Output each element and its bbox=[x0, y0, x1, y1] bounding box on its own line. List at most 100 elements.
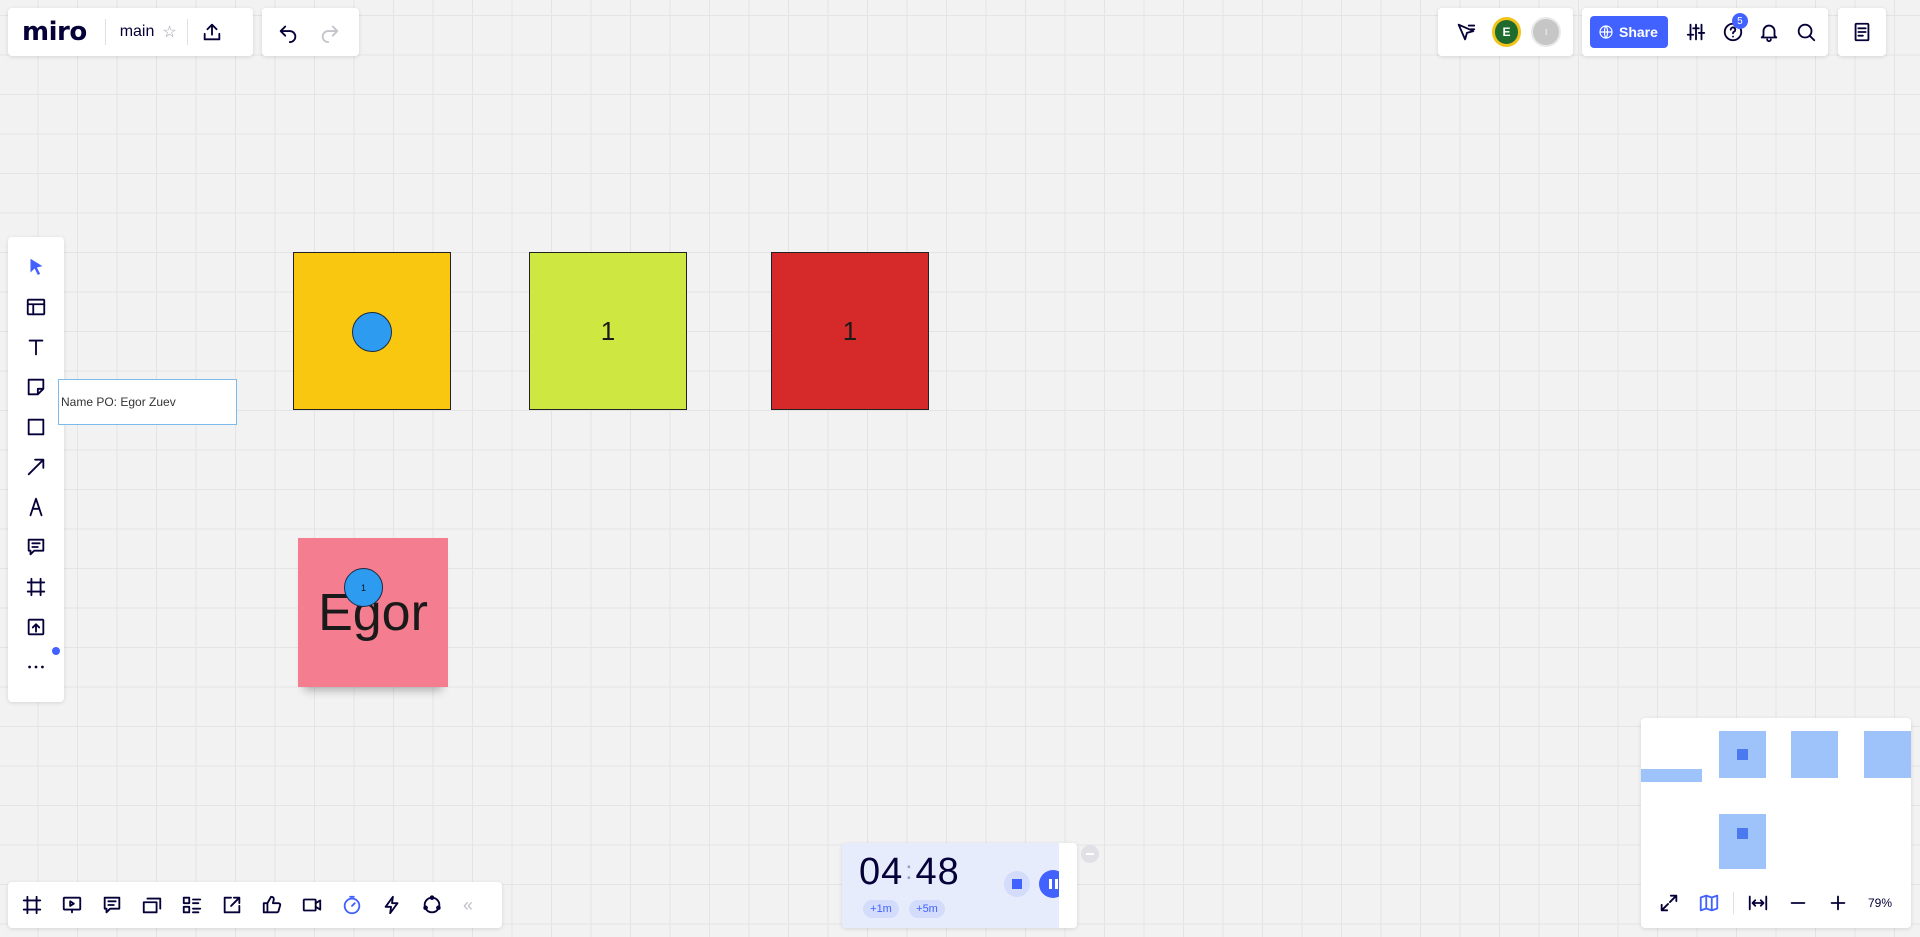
header-tools: Share 5 bbox=[1582, 8, 1828, 56]
new-indicator-dot bbox=[52, 647, 60, 655]
comment-icon bbox=[27, 538, 45, 556]
canvas-shape[interactable]: 1 bbox=[529, 252, 687, 410]
redo-button[interactable] bbox=[314, 16, 346, 48]
board-name[interactable]: main bbox=[120, 23, 155, 41]
star-icon[interactable]: ☆ bbox=[162, 22, 176, 42]
lightning-icon bbox=[384, 895, 399, 915]
avatar[interactable]: l bbox=[1531, 17, 1561, 47]
help-button[interactable]: 5 bbox=[1718, 13, 1748, 48]
search-button[interactable] bbox=[1791, 16, 1820, 48]
plus-icon bbox=[1830, 895, 1846, 911]
lightning-button[interactable] bbox=[376, 889, 408, 921]
presentation-button[interactable] bbox=[56, 889, 88, 921]
minimap-item bbox=[1641, 769, 1702, 782]
more-tools-button[interactable] bbox=[18, 647, 60, 683]
redo-icon bbox=[321, 25, 339, 43]
frames-button[interactable] bbox=[16, 889, 48, 921]
settings-button[interactable] bbox=[1682, 16, 1711, 48]
upload-icon bbox=[203, 23, 220, 41]
timer-minimize-button[interactable] bbox=[1081, 845, 1099, 863]
timer-button[interactable] bbox=[336, 889, 368, 921]
templates-icon bbox=[26, 298, 46, 316]
upload-icon bbox=[27, 618, 45, 636]
sticky-note[interactable]: Egor bbox=[298, 538, 448, 687]
more-icon bbox=[28, 665, 44, 669]
pen-tool[interactable] bbox=[18, 491, 54, 523]
timer-widget: 04:48 +1m +5m bbox=[842, 843, 1077, 928]
minimap-panel: 79% bbox=[1641, 718, 1911, 928]
timer-minutes: 04 bbox=[859, 851, 904, 893]
expand-icon bbox=[1660, 894, 1678, 912]
sticky-note-tool[interactable] bbox=[18, 371, 54, 403]
minus-icon bbox=[1790, 902, 1806, 904]
list-button[interactable] bbox=[176, 889, 208, 921]
notification-count-badge: 5 bbox=[1731, 13, 1748, 29]
external-icon bbox=[223, 896, 241, 914]
notes-panel bbox=[1838, 8, 1886, 56]
upload-tool[interactable] bbox=[18, 611, 54, 643]
select-tool[interactable] bbox=[18, 251, 54, 283]
frame-icon bbox=[26, 577, 46, 597]
comments-button[interactable] bbox=[96, 889, 128, 921]
shape-icon bbox=[27, 418, 45, 436]
timer-display: 04:48 bbox=[859, 851, 960, 894]
shape-tool[interactable] bbox=[18, 411, 54, 443]
timer-separator: : bbox=[905, 855, 914, 885]
fit-to-screen-button[interactable] bbox=[1742, 887, 1774, 919]
minimap[interactable] bbox=[1641, 718, 1911, 878]
collaboration-toolbar: « bbox=[8, 882, 502, 928]
fullscreen-button[interactable] bbox=[1653, 887, 1685, 919]
follow-cursor-button[interactable] bbox=[1450, 16, 1482, 48]
vote-dot[interactable] bbox=[352, 312, 392, 352]
arrow-line-icon bbox=[27, 458, 45, 476]
creation-toolbar bbox=[8, 237, 64, 702]
text-tool[interactable] bbox=[18, 331, 54, 363]
add-1-minute-button[interactable]: +1m bbox=[863, 900, 899, 918]
minimap-item bbox=[1864, 731, 1911, 778]
pen-icon bbox=[29, 497, 43, 517]
cards-icon bbox=[142, 897, 162, 914]
frame-tool[interactable] bbox=[18, 571, 54, 603]
share-screen-button[interactable] bbox=[216, 889, 248, 921]
line-tool[interactable] bbox=[18, 451, 54, 483]
zoom-level[interactable]: 79% bbox=[1868, 896, 1892, 910]
add-5-minutes-button[interactable]: +5m bbox=[909, 900, 945, 918]
miro-logo[interactable]: miro bbox=[22, 17, 87, 47]
shape-text: 1 bbox=[600, 315, 616, 346]
comment-tool[interactable] bbox=[18, 531, 54, 563]
undo-redo-panel bbox=[262, 8, 359, 56]
pause-icon bbox=[1048, 879, 1052, 889]
minimap-item bbox=[1719, 814, 1766, 869]
cards-button[interactable] bbox=[136, 889, 168, 921]
map-toggle-button[interactable] bbox=[1693, 887, 1725, 919]
search-icon bbox=[1797, 23, 1815, 42]
minus-icon bbox=[1086, 853, 1094, 855]
zoom-controls: 79% bbox=[1641, 878, 1911, 928]
map-icon bbox=[1699, 894, 1719, 912]
collapse-icon[interactable]: « bbox=[456, 895, 480, 916]
frames-icon bbox=[22, 895, 42, 915]
canvas-shape[interactable]: 1 bbox=[771, 252, 929, 410]
stop-button[interactable] bbox=[1004, 871, 1030, 897]
fit-width-icon bbox=[1748, 895, 1768, 911]
undo-button[interactable] bbox=[272, 16, 304, 48]
loop-icon bbox=[423, 895, 441, 914]
cursor-follow-icon bbox=[1457, 23, 1475, 41]
text-label[interactable]: Name PO: Egor Zuev bbox=[58, 379, 237, 425]
shape-text: 1 bbox=[842, 315, 858, 346]
zoom-in-button[interactable] bbox=[1822, 887, 1854, 919]
video-call-button[interactable] bbox=[296, 889, 328, 921]
export-button[interactable] bbox=[196, 16, 228, 48]
document-icon bbox=[1854, 22, 1870, 42]
notifications-button[interactable] bbox=[1755, 16, 1784, 48]
share-button[interactable]: Share bbox=[1590, 16, 1668, 48]
templates-tool[interactable] bbox=[18, 291, 54, 323]
avatar[interactable]: E bbox=[1491, 17, 1522, 47]
voting-button[interactable] bbox=[256, 889, 288, 921]
zoom-out-button[interactable] bbox=[1782, 887, 1814, 919]
text-icon bbox=[28, 339, 44, 356]
minimap-item bbox=[1791, 731, 1838, 778]
loop-button[interactable] bbox=[416, 889, 448, 921]
vote-dot[interactable]: 1 bbox=[344, 568, 383, 607]
board-notes-button[interactable] bbox=[1846, 16, 1878, 48]
